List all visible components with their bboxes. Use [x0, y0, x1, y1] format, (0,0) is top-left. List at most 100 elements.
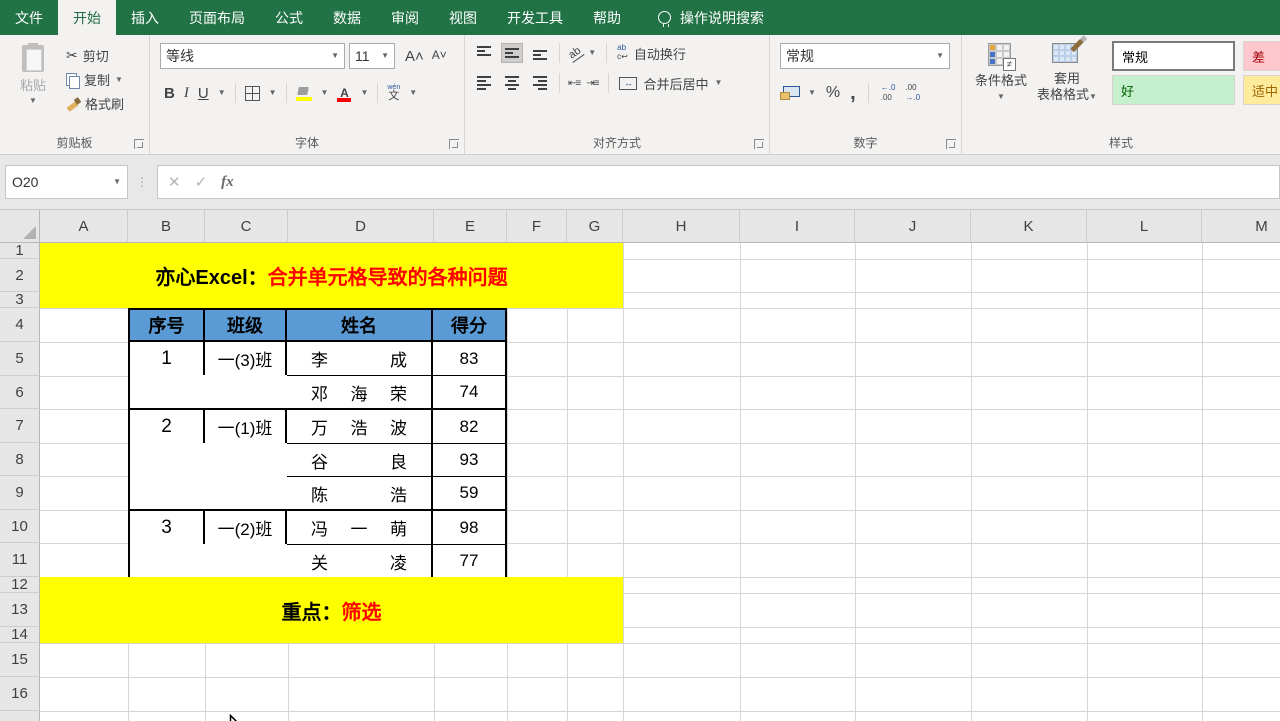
name-box[interactable]: O20 ▼: [5, 165, 128, 199]
bold-button[interactable]: B: [164, 85, 175, 102]
alignment-dialog-launcher[interactable]: [754, 139, 764, 149]
number-format-dropdown-arrow[interactable]: ▼: [936, 52, 944, 60]
font-dialog-launcher[interactable]: [449, 139, 459, 149]
table-column-header[interactable]: 姓名: [287, 310, 433, 340]
font-size-dropdown-arrow[interactable]: ▼: [381, 52, 389, 60]
column-header-H[interactable]: H: [623, 210, 740, 243]
score-cell[interactable]: 59: [433, 476, 505, 509]
column-header-F[interactable]: F: [507, 210, 567, 243]
insert-function-button[interactable]: fx: [221, 174, 234, 191]
row-header-8[interactable]: 8: [0, 443, 40, 476]
align-left-button[interactable]: [473, 73, 495, 93]
class-cell[interactable]: 一(2)班: [205, 511, 287, 544]
column-header-G[interactable]: G: [567, 210, 623, 243]
row-header-3[interactable]: 3: [0, 292, 40, 308]
column-header-C[interactable]: C: [205, 210, 288, 243]
row-header-14[interactable]: 14: [0, 627, 40, 643]
tab-data[interactable]: 数据: [318, 0, 376, 35]
column-header-J[interactable]: J: [855, 210, 971, 243]
merge-center-button[interactable]: 合并后居中: [643, 74, 708, 93]
conditional-dropdown-arrow[interactable]: ▼: [997, 93, 1005, 101]
footer-banner-cell[interactable]: 重点： 筛选: [40, 577, 623, 643]
student-name-cell[interactable]: 万浩波: [287, 410, 433, 443]
row-header-1[interactable]: 1: [0, 243, 40, 259]
increase-decimal-button[interactable]: ←.0.00: [881, 83, 896, 102]
align-right-button[interactable]: [529, 73, 551, 93]
column-header-K[interactable]: K: [971, 210, 1087, 243]
accounting-format-button[interactable]: [780, 86, 800, 100]
phonetic-dropdown-arrow[interactable]: ▼: [409, 89, 417, 97]
table-column-header[interactable]: 班级: [205, 310, 287, 340]
paste-button[interactable]: 粘贴 ▼: [8, 41, 58, 136]
class-cell[interactable]: 一(1)班: [205, 410, 287, 443]
comma-style-button[interactable]: ,: [850, 83, 856, 103]
row-header-9[interactable]: 9: [0, 476, 40, 510]
column-header-B[interactable]: B: [128, 210, 205, 243]
tab-file[interactable]: 文件: [0, 0, 58, 35]
font-name-select[interactable]: 等线 ▼: [160, 43, 345, 69]
decrease-font-size-button[interactable]: A˅: [432, 48, 447, 65]
score-cell[interactable]: 93: [433, 443, 505, 476]
copy-dropdown-arrow[interactable]: ▼: [115, 75, 123, 84]
orientation-dropdown-arrow[interactable]: ▼: [588, 49, 596, 57]
row-header-2[interactable]: 2: [0, 259, 40, 292]
font-size-select[interactable]: 11 ▼: [349, 43, 395, 69]
row-header-17[interactable]: 17: [0, 711, 40, 721]
number-dialog-launcher[interactable]: [946, 139, 956, 149]
align-bottom-button[interactable]: [529, 43, 551, 63]
formula-input[interactable]: [243, 165, 1280, 199]
conditional-formatting-button[interactable]: ≠ 条件格式 ▼: [968, 41, 1034, 136]
phonetic-guide-button[interactable]: wén 文: [387, 84, 400, 102]
number-format-select[interactable]: 常规 ▼: [780, 43, 950, 69]
row-header-4[interactable]: 4: [0, 308, 40, 342]
student-name-cell[interactable]: 李成: [287, 342, 433, 375]
student-name-cell[interactable]: 冯一萌: [287, 511, 433, 544]
align-center-button[interactable]: [501, 73, 523, 93]
title-banner-cell[interactable]: 亦心Excel： 合并单元格导致的各种问题: [40, 243, 623, 308]
student-name-cell[interactable]: 陈浩: [287, 476, 433, 509]
increase-font-size-button[interactable]: A˄: [405, 48, 424, 65]
borders-dropdown-arrow[interactable]: ▼: [269, 89, 277, 97]
column-header-A[interactable]: A: [40, 210, 128, 243]
class-cell[interactable]: 一(3)班: [205, 342, 287, 375]
name-box-dropdown-arrow[interactable]: ▼: [113, 178, 121, 186]
tab-help[interactable]: 帮助: [578, 0, 636, 35]
tab-developer[interactable]: 开发工具: [492, 0, 578, 35]
wrap-text-button[interactable]: 自动换行: [634, 44, 686, 63]
format-painter-button[interactable]: 格式刷: [66, 94, 124, 113]
student-name-cell[interactable]: 邓海荣: [287, 375, 433, 408]
score-cell[interactable]: 82: [433, 410, 505, 443]
accounting-dropdown-arrow[interactable]: ▼: [808, 89, 816, 97]
serial-number-cell[interactable]: 2: [130, 410, 205, 443]
copy-button[interactable]: 复制 ▼: [66, 70, 124, 89]
paste-dropdown-arrow[interactable]: ▼: [29, 97, 37, 105]
cut-button[interactable]: ✂ 剪切: [66, 46, 124, 65]
score-cell[interactable]: 98: [433, 511, 505, 544]
font-name-dropdown-arrow[interactable]: ▼: [331, 52, 339, 60]
select-all-button[interactable]: [0, 210, 40, 243]
column-header-I[interactable]: I: [740, 210, 855, 243]
table-column-header[interactable]: 序号: [130, 310, 205, 340]
row-header-16[interactable]: 16: [0, 677, 40, 711]
serial-number-cell[interactable]: 1: [130, 342, 205, 375]
row-header-11[interactable]: 11: [0, 543, 40, 577]
underline-dropdown-arrow[interactable]: ▼: [218, 89, 226, 97]
row-header-7[interactable]: 7: [0, 409, 40, 443]
column-header-D[interactable]: D: [288, 210, 434, 243]
score-cell[interactable]: 83: [433, 342, 505, 375]
row-header-6[interactable]: 6: [0, 376, 40, 409]
fill-color-dropdown-arrow[interactable]: ▼: [321, 89, 329, 97]
row-header-12[interactable]: 12: [0, 577, 40, 593]
tab-home[interactable]: 开始: [58, 0, 116, 35]
cancel-button[interactable]: ✕: [168, 173, 181, 191]
tab-view[interactable]: 视图: [434, 0, 492, 35]
align-top-button[interactable]: [473, 43, 495, 63]
tab-page-layout[interactable]: 页面布局: [174, 0, 260, 35]
tab-insert[interactable]: 插入: [116, 0, 174, 35]
row-header-15[interactable]: 15: [0, 643, 40, 677]
student-name-cell[interactable]: 关凌: [287, 544, 433, 577]
align-middle-button[interactable]: [501, 43, 523, 63]
cell-style-normal[interactable]: 常规: [1112, 41, 1235, 71]
fill-color-button[interactable]: [295, 86, 312, 101]
orientation-button[interactable]: ab: [565, 43, 585, 63]
